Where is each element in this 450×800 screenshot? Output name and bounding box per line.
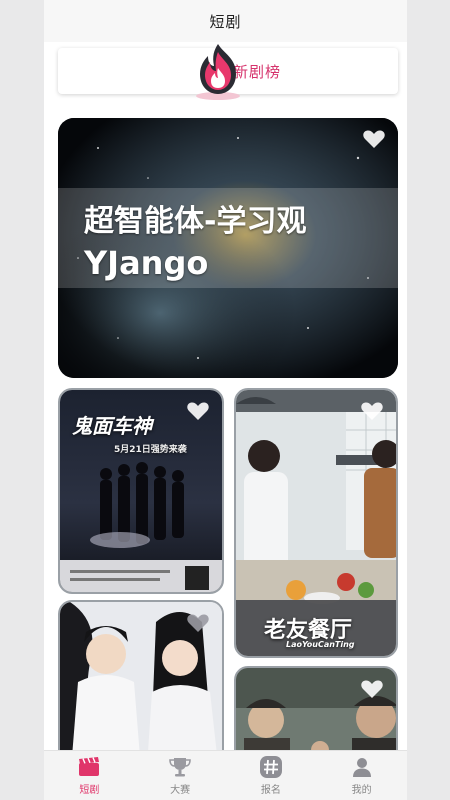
page-title: 短剧 <box>209 12 242 31</box>
drama-card-costume[interactable] <box>58 600 224 750</box>
hashtag-icon <box>259 756 282 778</box>
tab-label: 我的 <box>351 785 372 796</box>
favorite-heart-icon[interactable] <box>360 678 384 700</box>
drama-card-guimian[interactable]: 鬼面车神 5月21日强势来袭 <box>58 388 224 594</box>
favorite-heart-icon[interactable] <box>186 400 210 422</box>
featured-title-line2: YJango <box>84 244 209 282</box>
app-screen: 短剧 新剧榜 超智能体-学习观 YJango 鬼面车神 5月21日强势来袭 老友… <box>44 0 407 800</box>
tab-mine[interactable]: 我的 <box>316 751 407 800</box>
trophy-icon <box>169 758 191 777</box>
favorite-heart-icon[interactable] <box>362 128 386 150</box>
favorite-heart-icon[interactable] <box>360 400 384 422</box>
poster-subtitle: LaoYouCanTing <box>286 640 355 649</box>
film-clapper-icon <box>79 757 100 776</box>
user-icon <box>352 758 371 777</box>
tab-contest[interactable]: 大赛 <box>135 751 226 800</box>
bottom-tab-bar: 短剧 大赛 报名 我的 <box>44 750 407 800</box>
drama-card-crime[interactable] <box>234 666 398 750</box>
new-drama-ranking-button[interactable]: 新剧榜 <box>58 44 398 100</box>
tab-signup[interactable]: 报名 <box>226 751 317 800</box>
nav-bar: 短剧 <box>44 0 407 42</box>
featured-drama-card[interactable]: 超智能体-学习观 YJango <box>58 118 398 378</box>
tab-short-drama[interactable]: 短剧 <box>44 751 135 800</box>
poster-title: 鬼面车神 <box>72 414 152 438</box>
fire-icon <box>196 44 240 100</box>
featured-title-line1: 超智能体-学习观 <box>84 204 307 239</box>
drama-feed[interactable]: 超智能体-学习观 YJango 鬼面车神 5月21日强势来袭 老友餐厅 LaoY… <box>44 118 407 750</box>
tab-label: 短剧 <box>79 785 100 796</box>
poster-subtitle: 5月21日强势来袭 <box>114 445 187 455</box>
favorite-heart-icon[interactable] <box>186 612 210 634</box>
tab-label: 报名 <box>260 785 281 796</box>
tab-label: 大赛 <box>170 785 191 796</box>
drama-card-laoyou[interactable]: 老友餐厅 LaoYouCanTing <box>234 388 398 658</box>
